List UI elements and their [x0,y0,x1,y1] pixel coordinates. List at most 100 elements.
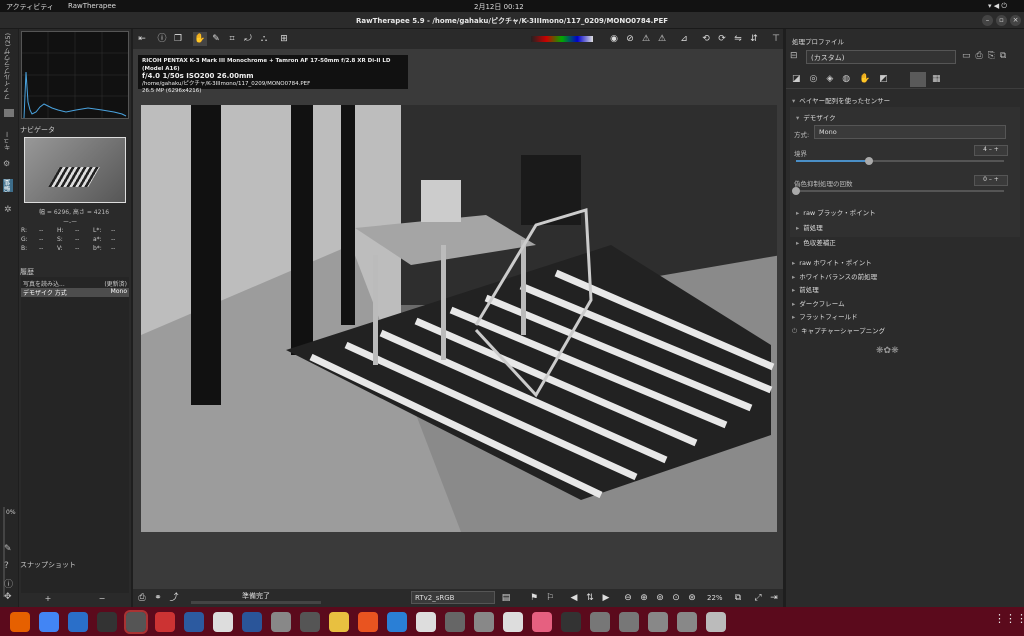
remove-snapshot-button[interactable]: − [75,594,129,604]
taskbar-app-icon[interactable] [590,612,610,632]
zoom-in-icon[interactable]: ⊕ [637,591,651,605]
profile-mode-icon[interactable]: ⊟ [790,51,802,63]
close-icon[interactable]: × [1010,15,1021,26]
folder-icon[interactable] [4,109,14,117]
taskbar-app-icon[interactable] [503,612,523,632]
straighten-icon[interactable]: ⤾ [241,32,255,46]
taskbar-app-icon[interactable] [271,612,291,632]
taskbar-app-icon[interactable] [242,612,262,632]
histogram-icon[interactable]: ⊿ [677,32,691,46]
taskbar-app-icon[interactable] [619,612,639,632]
taskbar-app-icon[interactable] [300,612,320,632]
before-after-icon[interactable]: ❐ [171,32,185,46]
subsection-0[interactable]: ▸ raw ブラック・ポイント [796,207,1022,217]
gear-icon[interactable]: ⚙ [3,159,14,169]
new-window-icon[interactable]: ⧉ [731,591,745,605]
fullscreen-icon[interactable]: ⤢ [751,591,765,605]
tab-queue[interactable]: キュー [3,131,13,151]
section-sensor[interactable]: ▾ ベイヤー配列を使ったセンサー [792,95,1018,105]
taskbar-app-icon[interactable] [184,612,204,632]
section-demosaic[interactable]: ▾ デモザイク [796,112,1022,122]
taskbar-app-icon[interactable] [532,612,552,632]
border-slider[interactable] [796,157,1004,165]
expand-icon[interactable]: ✥ [4,592,12,602]
external-editor-icon[interactable]: ⤴ [167,591,181,605]
softproof-icon[interactable]: ⚑ [527,591,541,605]
section-2[interactable]: ▸ 前処理 [792,284,1018,294]
section-3[interactable]: ▸ ダークフレーム [792,298,1018,308]
app-menu[interactable]: RawTherapee [68,2,116,10]
taskbar-app-icon[interactable] [124,610,148,634]
taskbar-app-icon[interactable] [561,612,581,632]
hide-top-icon[interactable]: ⊤ [769,32,783,46]
zoom-100-icon[interactable]: ⊙ [669,591,683,605]
section-0[interactable]: ▸ raw ホワイト・ポイント [792,257,1018,267]
section-4[interactable]: ▸ フラットフィールド [792,311,1018,321]
clock[interactable]: 2月12日 00:12 [474,2,524,12]
channel-buttons[interactable] [531,36,593,42]
subsection-1[interactable]: ▸ 前処理 [796,222,1022,232]
crop-icon[interactable]: ⌗ [225,32,239,46]
flip-h-icon[interactable]: ⇋ [731,32,745,46]
rotate-left-icon[interactable]: ⟲ [699,32,713,46]
taskbar-app-icon[interactable] [474,612,494,632]
network-icon[interactable]: ▾ ◀ ⏻ [988,2,1007,11]
histogram-modes[interactable] [3,41,13,81]
navigator-preview[interactable] [24,137,126,203]
tool-tab-icons[interactable]: ◪◎◈◍✋◩ [792,74,897,84]
info-icon[interactable]: ⓘ [4,577,13,590]
taskbar-app-icon[interactable] [445,612,465,632]
wb-picker-icon[interactable]: ✎ [209,32,223,46]
activities-button[interactable]: アクティビティ [6,2,54,12]
taskbar-app-icon[interactable] [329,612,349,632]
taskbar-app-icon[interactable] [155,612,175,632]
taskbar-app-icon[interactable] [68,612,88,632]
taskbar-app-icon[interactable] [213,612,233,632]
taskbar-app-icon[interactable] [648,612,668,632]
zoom-out-icon[interactable]: ⊖ [621,591,635,605]
profile-select[interactable]: (カスタム) [806,50,956,64]
focus-mask-icon[interactable]: ◉ [607,32,621,46]
gamut-icon[interactable]: ⚐ [543,591,557,605]
method-select[interactable]: Mono [814,125,1006,139]
taskbar-app-icon[interactable] [97,612,117,632]
profile-buttons[interactable]: ▭⎙⎘⧉ [962,51,1011,61]
maximize-icon[interactable]: ▫ [996,15,1007,26]
highlight-warning-icon[interactable]: ⚠ [639,32,653,46]
subsection-2[interactable]: ▸ 色収差補正 [796,237,1022,247]
section-1[interactable]: ▸ ホワイトバランスの前処理 [792,271,1018,281]
minimize-icon[interactable]: – [982,15,993,26]
taskbar-app-icon[interactable] [706,612,726,632]
perspective-icon[interactable]: ⛬ [257,32,271,46]
taskbar-app-icon[interactable] [387,612,407,632]
flip-v-icon[interactable]: ⇵ [747,32,761,46]
metadata-tab-icon[interactable]: ▦ [932,74,941,84]
intent-icon[interactable]: ▤ [499,591,513,605]
history-item[interactable]: デモザイク 方式 Mono [21,288,129,297]
taskbar-app-icon[interactable] [677,612,697,632]
warning-icon[interactable]: ⚠ [655,32,669,46]
prev-image-icon[interactable]: ◀ [567,591,581,605]
next-image-icon[interactable]: ▶ [599,591,613,605]
taskbar-app-icon[interactable] [39,612,59,632]
output-profile-select[interactable]: RTv2_sRGB [411,591,495,604]
queue-icon[interactable]: ⚭ [151,591,165,605]
add-snapshot-button[interactable]: + [21,594,75,604]
shadow-warning-icon[interactable]: ⊘ [623,32,637,46]
taskbar-app-icon[interactable] [10,612,30,632]
raw-tab-icon[interactable] [910,72,926,87]
info-toggle-icon[interactable]: ⓘ [155,32,169,46]
fcs-slider[interactable] [792,187,1004,195]
rotate-right-icon[interactable]: ⟳ [715,32,729,46]
settings-icon[interactable]: ✲ [4,205,12,215]
taskbar-app-icon[interactable] [416,612,436,632]
tab-edit[interactable]: 編集 [3,179,13,192]
zoom-crop-icon[interactable]: ⊛ [685,591,699,605]
taskbar-app-icon[interactable] [358,612,378,632]
app-grid-icon[interactable]: ⋮⋮⋮ [994,612,1024,632]
section-5[interactable]: ⏻ キャプチャーシャープニング [792,325,1018,336]
picker-icon[interactable]: ✎ [4,544,12,554]
hand-tool-icon[interactable]: ✋ [193,32,207,46]
save-icon[interactable]: ⎙ [135,591,149,605]
history-item[interactable]: 写真を読み込... (更新済) [21,279,129,288]
